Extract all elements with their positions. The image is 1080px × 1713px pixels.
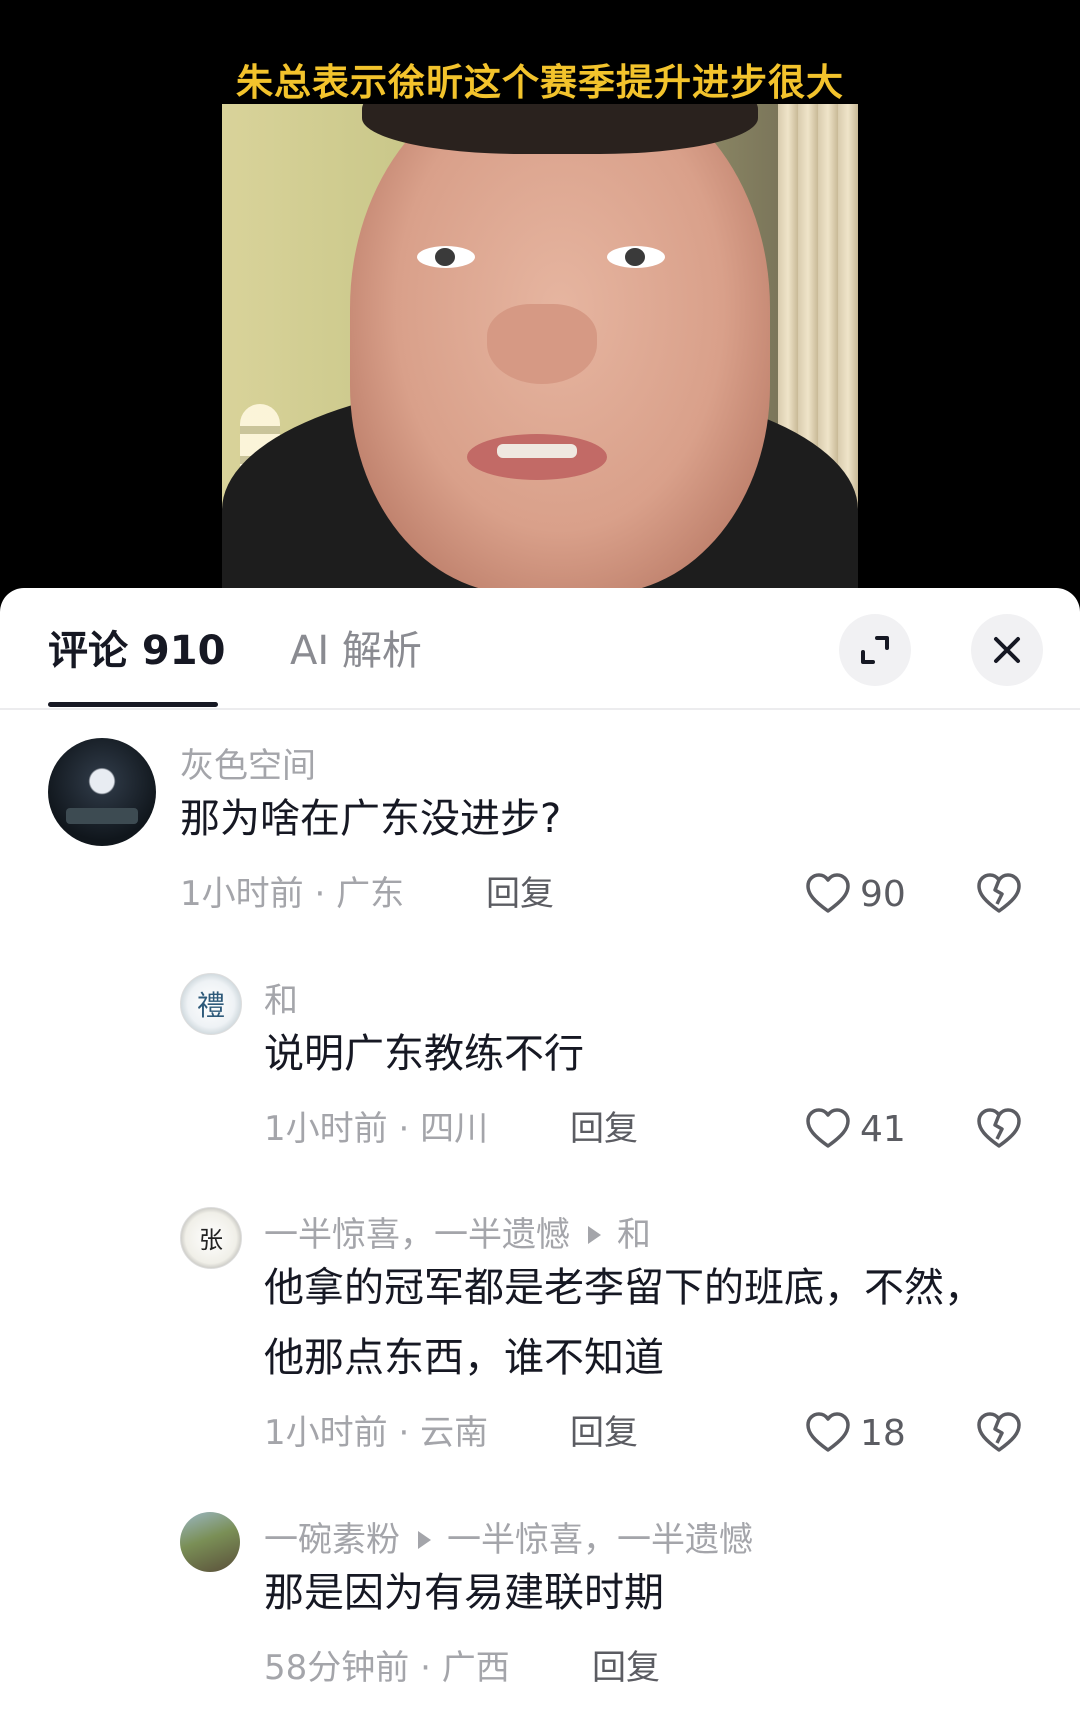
meta-separator: ·: [398, 1109, 421, 1149]
expand-button[interactable]: [839, 614, 911, 686]
comment-meta: 1小时前 · 广东: [180, 872, 404, 916]
reply-target-username[interactable]: 一半惊喜，一半遗憾: [447, 1520, 753, 1560]
comment-text-line-1: 他拿的冠军都是老李留下的班底，不然，: [264, 1265, 984, 1311]
expand-icon: [861, 636, 889, 664]
person-teeth: [497, 444, 577, 458]
avatar-char: 禮: [196, 989, 225, 1022]
comment-time: 1小时前: [180, 874, 304, 914]
heart-icon: [806, 873, 850, 913]
heart-icon: [806, 1108, 850, 1148]
comment-text: 那是因为有易建联时期: [264, 1570, 664, 1616]
dislike-button[interactable]: [975, 870, 1023, 918]
active-tab-indicator: [48, 702, 218, 707]
comment-sheet: 评论 910 AI 解析 灰色空间 那为啥在广东没进步? 1小时前 · 广东 回…: [0, 588, 1080, 1713]
comment-meta: 1小时前 · 四川: [264, 1107, 488, 1151]
tab-comments[interactable]: 评论 910: [48, 624, 225, 678]
comment-reply-header: 一碗素粉 一半惊喜，一半遗憾: [264, 1518, 753, 1562]
person-nose: [487, 304, 597, 384]
like-count: 90: [860, 873, 906, 915]
comment-username[interactable]: 灰色空间: [180, 744, 316, 788]
like-button[interactable]: 18: [804, 1409, 906, 1457]
reply-button[interactable]: 回复: [486, 872, 554, 916]
comment-username[interactable]: 和: [264, 979, 298, 1023]
avatar[interactable]: [180, 1512, 240, 1572]
comment-location: 云南: [420, 1413, 489, 1453]
close-icon: [994, 637, 1020, 663]
comment-location: 广西: [441, 1648, 510, 1688]
like-count: 18: [860, 1412, 906, 1454]
comment-text: 说明广东教练不行: [264, 1031, 584, 1077]
like-button[interactable]: 90: [804, 870, 906, 918]
avatar[interactable]: [48, 738, 156, 846]
comment-text-line-2: 他那点东西，谁不知道: [264, 1335, 664, 1381]
comment-meta: 58分钟前 · 广西: [264, 1646, 510, 1690]
comment-location: 广东: [336, 874, 405, 914]
reply-button[interactable]: 回复: [570, 1107, 638, 1151]
video-frame[interactable]: [222, 104, 858, 600]
reply-arrow-icon: [588, 1225, 601, 1244]
reply-arrow-icon: [418, 1530, 431, 1549]
dislike-button[interactable]: [975, 1409, 1023, 1457]
comment-time: 1小时前: [264, 1413, 388, 1453]
reply-button[interactable]: 回复: [570, 1411, 638, 1455]
comment-text: 那为啥在广东没进步?: [180, 796, 562, 842]
video-player[interactable]: 朱总表示徐昕这个赛季提升进步很大: [0, 0, 1080, 600]
avatar[interactable]: 张: [180, 1207, 242, 1269]
tab-ai-analysis[interactable]: AI 解析: [290, 624, 422, 678]
dislike-button[interactable]: [975, 1105, 1023, 1153]
meta-separator: ·: [398, 1413, 421, 1453]
comment-location: 四川: [420, 1109, 489, 1149]
person-left-eye: [417, 246, 475, 268]
broken-heart-icon: [977, 1108, 1021, 1148]
comment-reply-header: 一半惊喜，一半遗憾 和: [264, 1213, 651, 1257]
avatar[interactable]: 禮: [180, 973, 242, 1035]
meta-separator: ·: [420, 1648, 442, 1688]
meta-separator: ·: [314, 874, 337, 914]
close-button[interactable]: [971, 614, 1043, 686]
broken-heart-icon: [977, 873, 1021, 913]
video-caption: 朱总表示徐昕这个赛季提升进步很大: [236, 61, 844, 104]
comment-username[interactable]: 一半惊喜，一半遗憾: [264, 1215, 570, 1255]
person-right-eye: [607, 246, 665, 268]
reply-button[interactable]: 回复: [592, 1646, 660, 1690]
tabs-divider: [0, 708, 1080, 710]
broken-heart-icon: [977, 1412, 1021, 1452]
like-button[interactable]: 41: [804, 1105, 906, 1153]
comment-time: 1小时前: [264, 1109, 388, 1149]
avatar-char: 张: [199, 1226, 223, 1254]
comment-tabs: 评论 910 AI 解析: [0, 588, 1080, 708]
comment-meta: 1小时前 · 云南: [264, 1411, 488, 1455]
heart-icon: [806, 1412, 850, 1452]
like-count: 41: [860, 1108, 906, 1150]
comment-username[interactable]: 一碗素粉: [264, 1520, 400, 1560]
comment-time: 58分钟前: [264, 1648, 410, 1688]
reply-target-username[interactable]: 和: [617, 1215, 651, 1255]
